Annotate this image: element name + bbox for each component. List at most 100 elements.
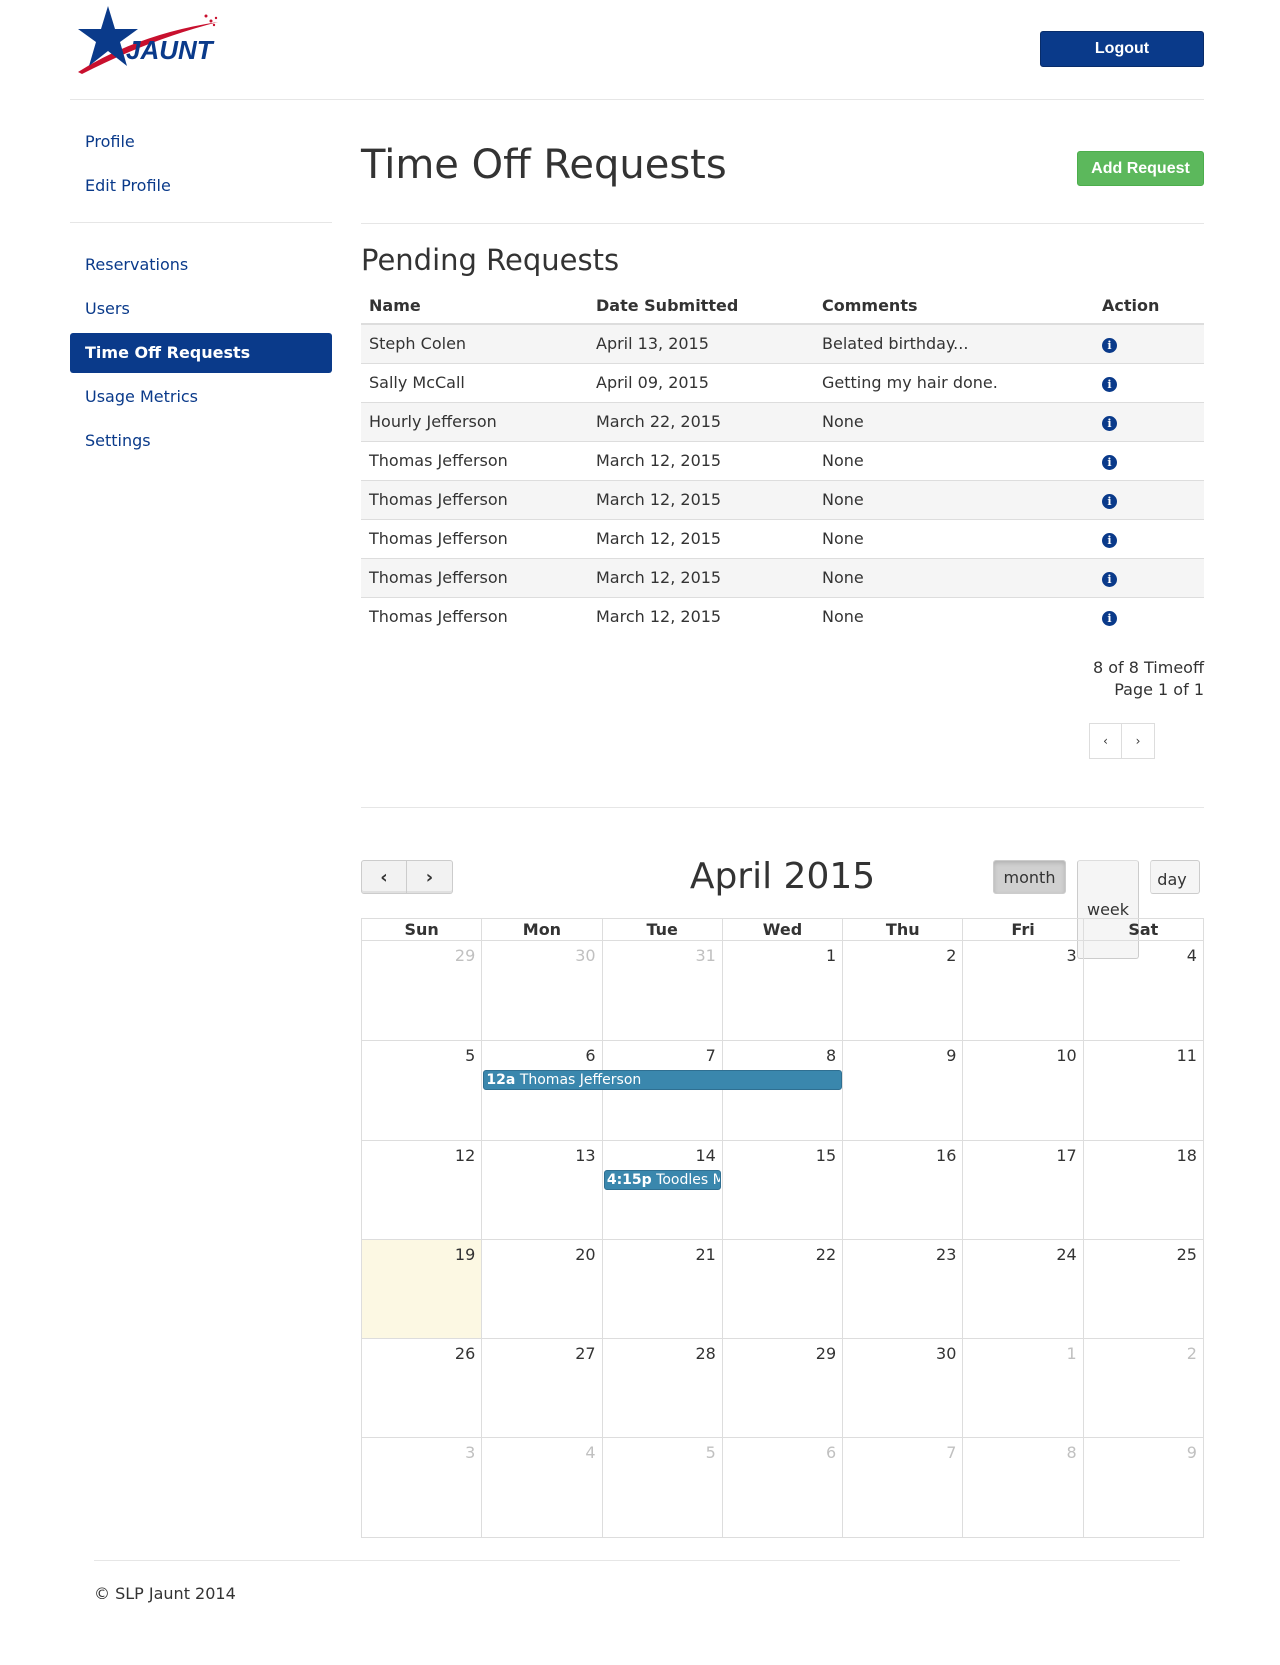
table-row: Thomas Jefferson March 12, 2015 None i: [361, 557, 1204, 597]
calendar-day-today[interactable]: 19: [362, 1239, 482, 1339]
calendar-day[interactable]: 4: [481, 1438, 601, 1537]
calendar-day[interactable]: 20: [481, 1239, 601, 1339]
pager-prev-button[interactable]: ‹: [1089, 723, 1122, 759]
page-title: Time Off Requests: [361, 142, 727, 188]
sidebar-item-settings[interactable]: Settings: [70, 421, 332, 461]
add-request-button[interactable]: Add Request: [1077, 151, 1204, 186]
calendar-day[interactable]: 6: [721, 1438, 842, 1537]
calendar-day[interactable]: 11: [1082, 1041, 1203, 1140]
calendar-day[interactable]: 5: [362, 1041, 481, 1139]
calendar-day[interactable]: 21: [601, 1239, 722, 1339]
calendar-day[interactable]: 27: [481, 1339, 601, 1438]
info-icon[interactable]: i: [1102, 338, 1117, 354]
logout-button[interactable]: Logout: [1040, 31, 1204, 67]
calendar-event[interactable]: 12a Thomas Jefferson: [483, 1070, 842, 1091]
calendar-day[interactable]: 1: [721, 941, 842, 1041]
info-icon[interactable]: i: [1102, 377, 1117, 392]
calendar-day[interactable]: 30: [481, 941, 601, 1041]
header-divider: [70, 99, 1204, 100]
calendar-event[interactable]: 4:15p Toodles M: [603, 1169, 722, 1190]
calendar-day[interactable]: 30: [842, 1339, 962, 1438]
calendar-day[interactable]: 23: [842, 1239, 962, 1339]
info-icon[interactable]: i: [1102, 416, 1117, 431]
calendar-day[interactable]: 29: [362, 941, 481, 1040]
calendar-prev-button[interactable]: ‹: [361, 860, 407, 894]
sidebar-item-profile[interactable]: Profile: [70, 122, 332, 162]
event-title: Thomas Jefferson: [519, 1072, 642, 1089]
calendar-day[interactable]: 7: [601, 1041, 722, 1140]
weekday-label: Sat: [1082, 919, 1203, 940]
column-header-name[interactable]: Name: [361, 287, 588, 325]
cell-name: Thomas Jefferson: [361, 557, 588, 597]
sidebar-item-edit-profile[interactable]: Edit Profile: [70, 166, 332, 206]
calendar-day[interactable]: 24: [962, 1239, 1082, 1339]
calendar-day[interactable]: 31: [601, 941, 722, 1041]
calendar-week-row: 19 20 21 22 23 24 25: [362, 1238, 1203, 1339]
pager: ‹ ›: [1089, 723, 1155, 759]
weekday-label: Fri: [962, 919, 1082, 940]
cell-name: Thomas Jefferson: [361, 440, 588, 480]
calendar-day[interactable]: 18: [1082, 1140, 1203, 1239]
table-row: Sally McCall April 09, 2015 Getting my hai…: [361, 362, 1204, 402]
sidebar-item-users[interactable]: Users: [70, 289, 332, 329]
calendar-week-row: 3456789: [362, 1437, 1203, 1537]
calendar-day[interactable]: 25: [1082, 1239, 1203, 1339]
cell-name: Thomas Jefferson: [361, 596, 588, 636]
column-header-date[interactable]: Date Submitted: [588, 287, 814, 325]
cell-comments: None: [814, 401, 1094, 441]
event-time: 4:15p: [606, 1171, 652, 1188]
sidebar-item-usage-metrics[interactable]: Usage Metrics: [70, 377, 332, 417]
calendar-day[interactable]: 26: [362, 1339, 481, 1437]
sidebar-item-time-off-requests[interactable]: Time Off Requests: [70, 333, 332, 373]
info-icon[interactable]: i: [1102, 611, 1117, 627]
calendar-day[interactable]: 9: [842, 1041, 962, 1140]
calendar-week-row: 26 27 28 29 30 1 2: [362, 1338, 1203, 1438]
cell-action: i: [1094, 362, 1204, 402]
calendar-day[interactable]: 14: [601, 1140, 722, 1239]
table-row: Thomas Jefferson March 12, 2015 None i: [361, 518, 1204, 558]
cell-date: March 12, 2015: [588, 557, 814, 597]
calendar-day[interactable]: 29: [721, 1339, 842, 1438]
jaunt-logo[interactable]: JAUNT: [68, 4, 228, 76]
table-header-row: Name Date Submitted Comments Action: [361, 287, 1204, 325]
calendar-day[interactable]: 5: [601, 1438, 722, 1537]
calendar-day[interactable]: 16: [842, 1140, 962, 1239]
calendar-day[interactable]: 17: [962, 1140, 1082, 1239]
calendar-day[interactable]: 8: [962, 1438, 1082, 1537]
calendar-day[interactable]: 1: [962, 1339, 1082, 1438]
section-title: Pending Requests: [361, 243, 620, 277]
calendar-day[interactable]: 15: [721, 1140, 842, 1239]
calendar-day[interactable]: 10: [962, 1041, 1082, 1140]
month-calendar: Sun Mon Tue Wed Thu Fri Sat 29 30 31 1 2 3 4 5 6 7 8 9 10 1…: [361, 918, 1204, 1538]
calendar-day[interactable]: 9: [1082, 1438, 1203, 1537]
calendar-week-row: 29 30 31 1 2 3 4: [362, 941, 1203, 1041]
cell-comments: None: [814, 557, 1094, 597]
cell-date: March 12, 2015: [588, 479, 814, 519]
calendar-day[interactable]: 7: [842, 1438, 962, 1537]
info-icon[interactable]: i: [1102, 533, 1117, 548]
calendar-day[interactable]: 2: [842, 941, 962, 1041]
calendar-day[interactable]: 12: [362, 1141, 481, 1239]
view-day-button[interactable]: day: [1150, 860, 1200, 894]
calendar-day[interactable]: 22: [721, 1239, 842, 1339]
cell-name: Sally McCall: [361, 362, 588, 402]
calendar-day[interactable]: 8: [721, 1041, 842, 1140]
calendar-day[interactable]: 2: [1082, 1339, 1203, 1438]
cell-date: April 13, 2015: [588, 323, 814, 363]
cell-name: Steph Colen: [361, 323, 588, 363]
sidebar-item-reservations[interactable]: Reservations: [70, 245, 332, 285]
view-month-button[interactable]: month: [993, 860, 1066, 894]
pager-next-button[interactable]: ›: [1122, 723, 1155, 759]
calendar-next-button[interactable]: ›: [407, 860, 453, 894]
calendar-day[interactable]: 3: [962, 941, 1082, 1041]
calendar-day[interactable]: 6: [481, 1041, 601, 1140]
info-icon[interactable]: i: [1102, 572, 1117, 587]
calendar-day[interactable]: 28: [601, 1339, 722, 1438]
footer-divider: [94, 1560, 1180, 1561]
calendar-day[interactable]: 4: [1082, 941, 1203, 1041]
calendar-day[interactable]: 13: [481, 1140, 601, 1239]
info-icon[interactable]: i: [1102, 455, 1117, 470]
info-icon[interactable]: i: [1102, 494, 1117, 509]
column-header-comments[interactable]: Comments: [814, 287, 1094, 325]
calendar-day[interactable]: 3: [362, 1438, 481, 1536]
